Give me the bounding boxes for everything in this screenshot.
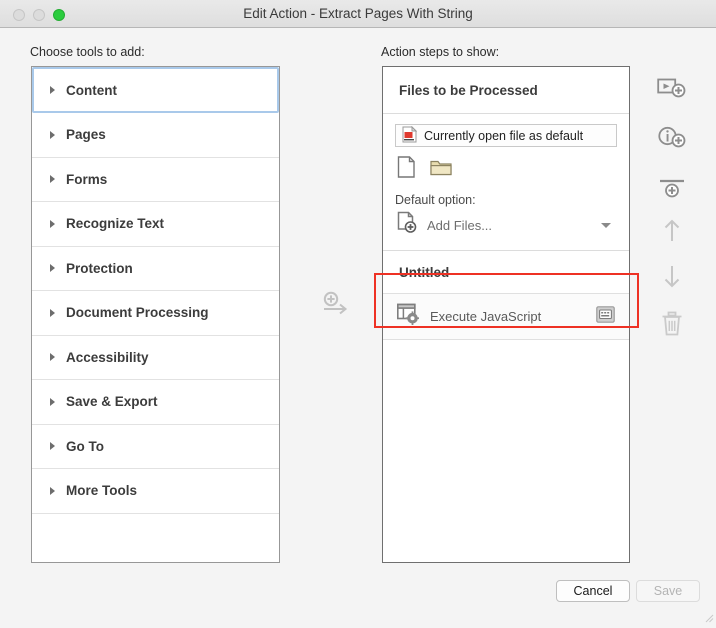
tool-item-label: Content: [66, 82, 117, 98]
delete-icon[interactable]: [652, 307, 692, 341]
steps-toolbar: [648, 66, 700, 346]
tool-item-forms[interactable]: Forms: [32, 158, 279, 202]
step-item-label: Execute JavaScript: [430, 309, 542, 324]
disclosure-triangle-icon[interactable]: [50, 86, 55, 94]
tool-item-content[interactable]: Content: [32, 67, 279, 113]
window-titlebar: Edit Action - Extract Pages With String: [0, 0, 716, 28]
steps-group-header: Untitled: [399, 264, 450, 280]
tool-item-pages[interactable]: Pages: [32, 113, 279, 158]
save-button: Save: [636, 580, 700, 602]
disclosure-triangle-icon[interactable]: [50, 130, 55, 139]
disclosure-triangle-icon[interactable]: [50, 486, 55, 495]
document-icon[interactable]: [397, 156, 416, 183]
add-arrow-right-icon[interactable]: [320, 288, 354, 318]
default-option-dropdown[interactable]: Add Files...: [395, 211, 617, 239]
execute-javascript-icon: [397, 303, 420, 330]
step-item-execute-javascript[interactable]: Execute JavaScript: [383, 293, 629, 340]
tool-item-label: Document Processing: [66, 305, 209, 321]
disclosure-triangle-icon[interactable]: [50, 353, 55, 362]
file-source-icons: [395, 156, 617, 183]
tool-item-protection[interactable]: Protection: [32, 247, 279, 291]
step-options-icon[interactable]: [596, 305, 615, 328]
files-section-header: Files to be Processed: [383, 67, 629, 114]
tool-item-go-to[interactable]: Go To: [32, 425, 279, 469]
move-down-icon[interactable]: [652, 259, 692, 293]
tool-item-label: Forms: [66, 171, 108, 187]
tools-list-panel[interactable]: Content Pages Forms Recognize Text Prote…: [31, 66, 280, 563]
disclosure-triangle-icon[interactable]: [50, 308, 55, 317]
choose-tools-label: Choose tools to add:: [30, 45, 145, 59]
add-instruction-icon[interactable]: [652, 121, 692, 155]
resize-grip[interactable]: [704, 610, 714, 623]
move-up-icon[interactable]: [652, 214, 692, 248]
tool-item-save-and-export[interactable]: Save & Export: [32, 380, 279, 425]
tool-item-more-tools[interactable]: More Tools: [32, 469, 279, 514]
add-files-icon: [395, 211, 418, 239]
tool-item-document-processing[interactable]: Document Processing: [32, 291, 279, 336]
folder-icon[interactable]: [430, 158, 452, 181]
disclosure-triangle-icon[interactable]: [50, 264, 55, 273]
action-steps-label: Action steps to show:: [381, 45, 500, 59]
tool-item-label: Protection: [66, 260, 133, 276]
window-title: Edit Action - Extract Pages With String: [243, 6, 473, 21]
action-steps-panel[interactable]: Files to be Processed Currently open fil…: [382, 66, 630, 563]
default-option-label: Default option:: [395, 193, 476, 207]
tool-item-label: Go To: [66, 438, 104, 454]
default-file-chip[interactable]: Currently open file as default: [395, 124, 617, 147]
tool-item-recognize-text[interactable]: Recognize Text: [32, 202, 279, 247]
cancel-button[interactable]: Cancel: [556, 580, 630, 602]
tool-item-label: Save & Export: [66, 394, 158, 410]
pdf-file-icon: [402, 125, 418, 146]
tool-item-label: Recognize Text: [66, 216, 165, 232]
add-divider-icon[interactable]: [652, 171, 692, 205]
disclosure-triangle-icon[interactable]: [50, 175, 55, 184]
tool-item-label: Pages: [66, 127, 106, 143]
chevron-down-icon[interactable]: [601, 222, 611, 228]
disclosure-triangle-icon[interactable]: [50, 219, 55, 228]
tools-list-empty-area: [32, 514, 279, 566]
default-file-label: Currently open file as default: [424, 128, 584, 143]
disclosure-triangle-icon[interactable]: [50, 397, 55, 406]
add-step-icon[interactable]: [652, 72, 692, 106]
disclosure-triangle-icon[interactable]: [50, 442, 55, 451]
default-option-value: Add Files...: [427, 217, 493, 233]
tool-item-accessibility[interactable]: Accessibility: [32, 336, 279, 380]
files-section-body: Currently open file as default Default o…: [383, 114, 629, 251]
tool-item-label: More Tools: [66, 483, 138, 499]
tool-item-label: Accessibility: [66, 349, 149, 365]
